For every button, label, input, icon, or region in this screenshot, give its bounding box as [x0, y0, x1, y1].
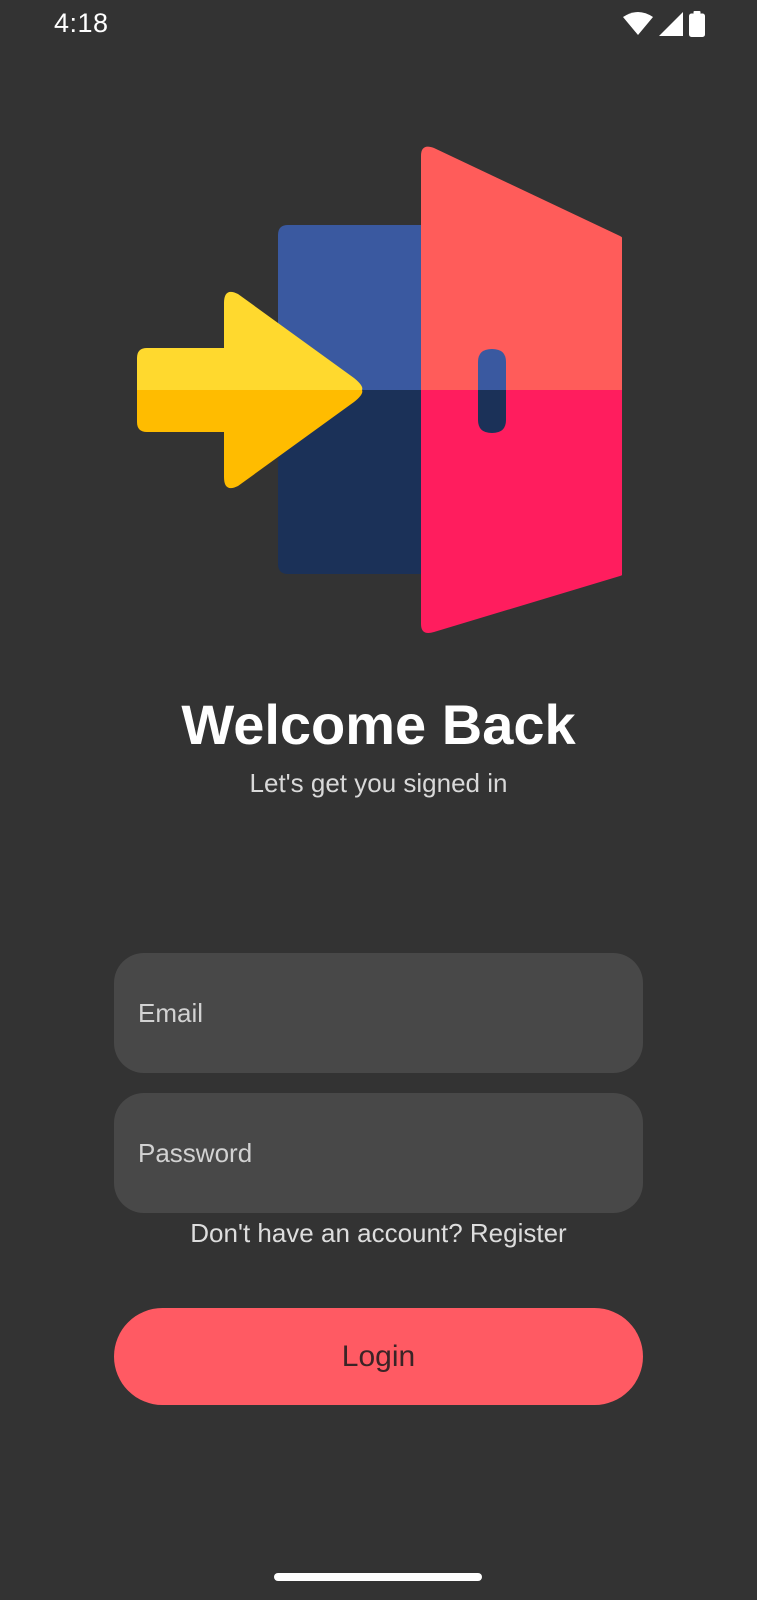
- email-field-container[interactable]: [114, 953, 643, 1073]
- status-bar: 4:18: [0, 0, 757, 50]
- page-subtitle: Let's get you signed in: [249, 768, 508, 798]
- login-door-icon: [137, 146, 628, 633]
- password-field[interactable]: [136, 1136, 621, 1170]
- status-time: 4:18: [54, 8, 109, 38]
- email-field[interactable]: [136, 996, 621, 1030]
- wifi-icon: [623, 12, 653, 36]
- register-link[interactable]: Don't have an account? Register: [0, 1218, 757, 1249]
- password-field-container[interactable]: [114, 1093, 643, 1213]
- home-indicator[interactable]: [274, 1573, 482, 1581]
- login-button[interactable]: Login: [114, 1308, 643, 1405]
- page-title: Welcome Back: [181, 693, 576, 756]
- battery-icon: [689, 11, 705, 37]
- hero-illustration: [136, 146, 628, 636]
- status-icons: [623, 11, 705, 37]
- login-screen: 4:18 Welcome Back Let's get you signed i…: [0, 0, 757, 1600]
- cellular-signal-icon: [659, 12, 683, 36]
